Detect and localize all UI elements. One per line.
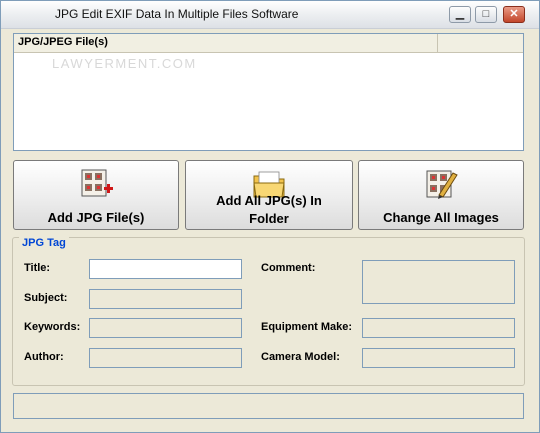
status-bar bbox=[13, 393, 524, 419]
author-field[interactable] bbox=[89, 348, 242, 368]
equipment-make-field[interactable] bbox=[362, 318, 515, 338]
add-folder-label-line1: Add All JPG(s) In bbox=[216, 193, 322, 208]
comment-label: Comment: bbox=[261, 262, 316, 274]
add-files-label: Add JPG File(s) bbox=[47, 210, 145, 225]
subject-label: Subject: bbox=[24, 292, 68, 304]
title-bar[interactable]: JPG Edit EXIF Data In Multiple Files Sof… bbox=[1, 1, 539, 29]
jpg-tag-group-label: JPG Tag bbox=[19, 237, 69, 250]
file-list[interactable]: JPG/JPEG File(s) LAWYERMENT.COM bbox=[13, 33, 524, 151]
edit-images-icon bbox=[426, 170, 458, 199]
add-folder-button[interactable]: Add All JPG(s) In Folder bbox=[185, 160, 353, 230]
watermark: LAWYERMENT.COM bbox=[52, 56, 197, 71]
window-title: JPG Edit EXIF Data In Multiple Files Sof… bbox=[55, 7, 299, 21]
main-panel: JPG/JPEG File(s) LAWYERMENT.COM Add JPG … bbox=[3, 29, 537, 429]
equipment-make-label: Equipment Make: bbox=[261, 321, 353, 333]
title-field[interactable] bbox=[89, 259, 242, 279]
comment-field[interactable] bbox=[362, 260, 515, 304]
app-window: JPG Edit EXIF Data In Multiple Files Sof… bbox=[0, 0, 540, 433]
maximize-button[interactable]: □ bbox=[475, 6, 497, 23]
author-label: Author: bbox=[24, 351, 64, 363]
add-folder-label-line2: Folder bbox=[249, 211, 289, 226]
change-all-images-button[interactable]: Change All Images bbox=[358, 160, 524, 230]
camera-model-label: Camera Model: bbox=[261, 351, 340, 363]
keywords-field[interactable] bbox=[89, 318, 242, 338]
close-button[interactable]: ✕ bbox=[503, 6, 525, 23]
minimize-button[interactable]: ▁ bbox=[449, 6, 471, 23]
camera-model-field[interactable] bbox=[362, 348, 515, 368]
subject-field[interactable] bbox=[89, 289, 242, 309]
column-header-files[interactable]: JPG/JPEG File(s) bbox=[14, 34, 438, 52]
add-files-button[interactable]: Add JPG File(s) bbox=[13, 160, 179, 230]
change-all-images-label: Change All Images bbox=[383, 210, 499, 225]
add-files-icon bbox=[81, 169, 113, 197]
file-list-header: JPG/JPEG File(s) bbox=[14, 34, 523, 53]
title-label: Title: bbox=[24, 262, 51, 274]
keywords-label: Keywords: bbox=[24, 321, 81, 333]
